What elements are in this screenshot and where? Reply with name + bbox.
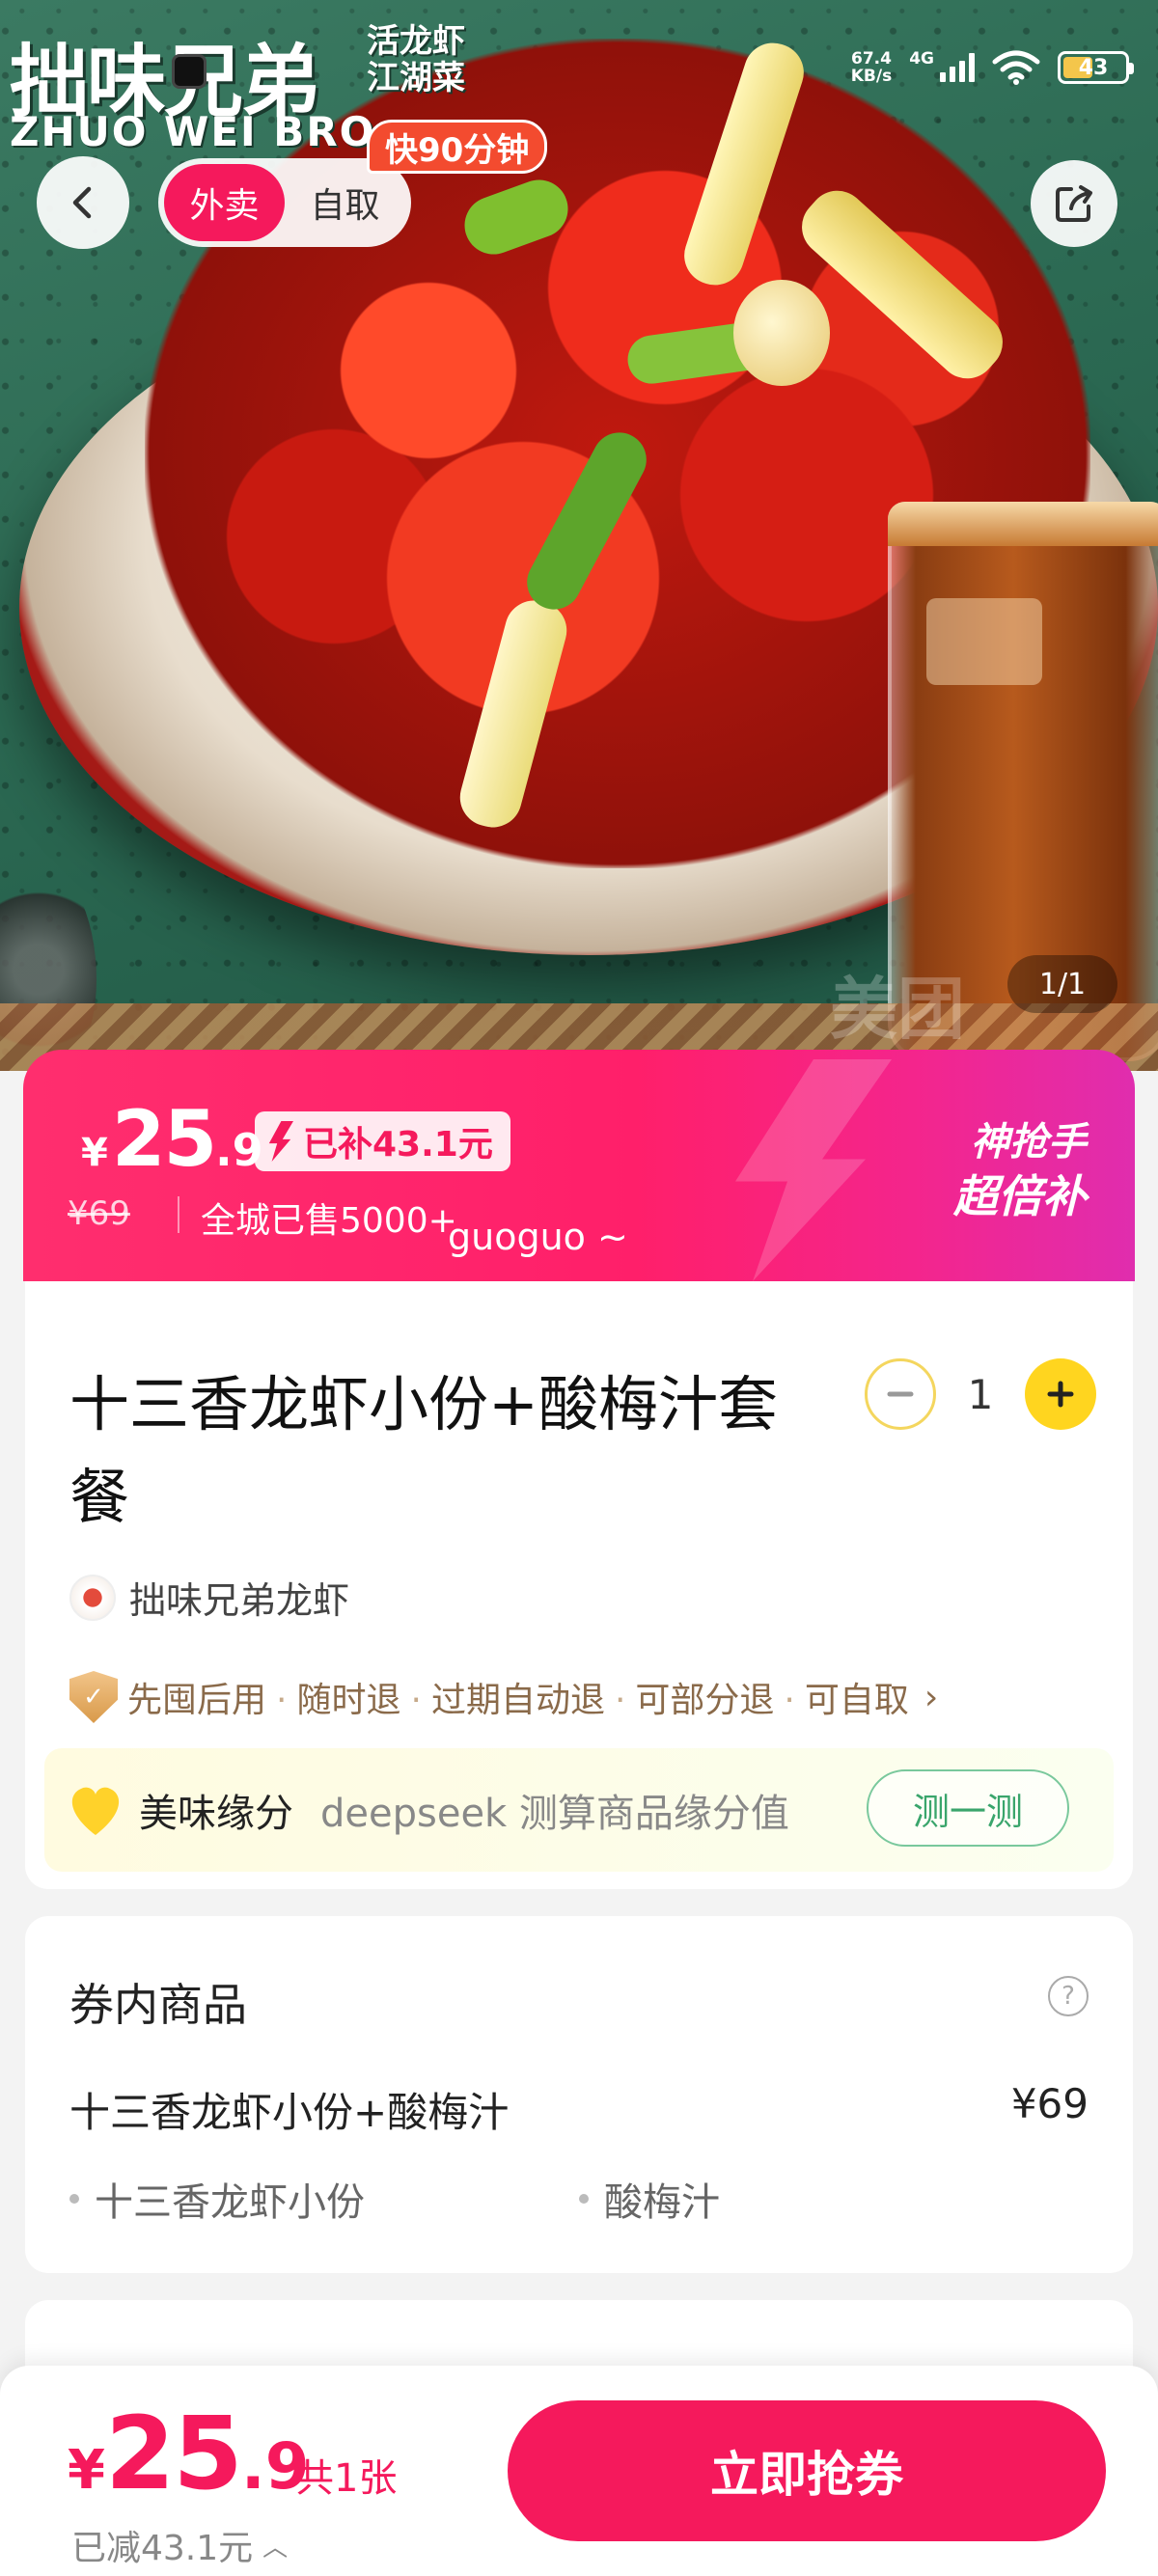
bullet-icon [579,2194,589,2204]
dot-separator: · [614,1681,626,1720]
decrease-button[interactable] [865,1358,936,1430]
section-title: 券内商品 [69,1979,247,2031]
guarantee-item: 可部分退 [635,1681,775,1720]
signal-bar [950,67,955,82]
guarantee-item: 随时退 [296,1681,401,1720]
battery-icon: 43 [1058,51,1134,84]
share-button[interactable] [1031,160,1117,247]
chevron-up-icon: ︿ [262,2533,289,2562]
logo-sub-line1: 活龙虾 [367,22,465,61]
battery-level: 43 [1078,55,1109,80]
ice-cube [926,598,1042,685]
saved-amount: 已减43.1元 [71,2529,254,2568]
quantity-value: 1 [967,1370,994,1418]
increase-button[interactable] [1025,1358,1096,1430]
signal-icon [940,53,975,82]
signal-bar [959,61,965,82]
brand-logo-en: ZHUO WEI BRO [10,108,376,155]
voucher-sub-item: 十三香龙虾小份 [69,2171,365,2227]
voucher-count: 共1张 [295,2456,398,2501]
logo-sub-line2: 江湖菜 [367,59,465,97]
watermark: 美团 [830,970,965,1049]
sold-count: 全城已售5000+ [201,1201,457,1241]
quantity-stepper[interactable]: 1 [865,1358,1096,1430]
guarantee-item: 可自取 [804,1681,909,1720]
image-counter: 1/1 [1007,955,1117,1013]
voucher-item-price: ¥69 [1010,2080,1089,2127]
shield-check-icon: ✓ [69,1671,118,1723]
checkout-bar: ¥ 25 .9 共1张 已减43.1元 ︿ 立即抢券 [0,2366,1158,2576]
wifi-svg [992,50,1040,85]
price-banner: ¥ 25 .9 已补43.1元 ¥69 全城已售5000+ guoguo ~ 神… [23,1050,1135,1281]
voucher-sub-item: 酸梅汁 [579,2171,720,2227]
product-image-carousel[interactable]: 拙味兄弟 活龙虾 江湖菜 ZHUO WEI BRO 美团 1/1 [0,0,1158,1071]
promo-line2: 超倍补 [953,1170,1087,1222]
chevron-left-icon [72,186,92,219]
fate-banner: 美味缘分 deepseek 测算商品缘分值 测一测 [44,1748,1114,1872]
signal-bar [940,72,946,82]
original-price: ¥69 [68,1194,130,1233]
buy-now-button[interactable]: 立即抢券 [508,2400,1106,2541]
heart-face-icon [68,1785,124,1835]
garlic [733,280,830,386]
subsidy-text: 已补43.1元 [303,1125,493,1165]
guarantee-item: 过期自动退 [430,1681,605,1720]
back-button[interactable] [37,156,129,249]
dot-separator: · [410,1681,422,1720]
net-speed: 67.4 KB/s [851,50,892,85]
network-type: 4G [909,49,934,69]
page: 拙味兄弟 活龙虾 江湖菜 ZHUO WEI BRO 美团 1/1 67.4 KB… [0,0,1158,2576]
fate-test-button[interactable]: 测一测 [867,1769,1069,1847]
currency-symbol: ¥ [68,2439,105,2502]
net-speed-value: 67.4 [850,49,892,69]
wifi-icon [992,50,1040,85]
promo-line1: 神抢手 [971,1120,1087,1165]
sub-item-label: 十三香龙虾小份 [95,2180,365,2225]
mode-pickup-button[interactable]: 自取 [285,164,405,241]
shop-avatar [69,1574,116,1621]
plus-icon [1047,1381,1074,1408]
user-tag: guoguo ~ [448,1216,628,1258]
divider [178,1196,179,1233]
promo-title: 神抢手 超倍补 [953,1117,1087,1225]
signal-bar [969,53,975,82]
sub-item-label: 酸梅汁 [604,2180,720,2225]
deal-price: ¥ 25 .9 [81,1094,263,1184]
subsidy-badge: 已补43.1元 [255,1111,510,1171]
price-integer: 25 [111,1094,217,1184]
dot-separator: · [276,1681,288,1720]
lightning-decor-icon [735,1059,892,1281]
brand-logo-sub: 活龙虾 江湖菜 [367,23,465,96]
shop-name: 拙味兄弟龙虾 [129,1579,350,1622]
voucher-contents-card: 券内商品 ? 十三香龙虾小份+酸梅汁 ¥69 十三香龙虾小份 酸梅汁 [25,1916,1133,2273]
price-integer: 25 [104,2395,243,2512]
fast-delivery-badge: 快90分钟 [367,120,548,174]
fate-description: deepseek 测算商品缘分值 [320,1792,789,1836]
share-icon [1056,185,1092,222]
help-icon[interactable]: ? [1048,1976,1089,2016]
currency-symbol: ¥ [81,1131,108,1175]
voucher-item-name: 十三香龙虾小份+酸梅汁 [69,2089,510,2136]
product-title: 十三香龙虾小份+酸梅汁套餐 [69,1369,778,1532]
total-price: ¥ 25 .9 [68,2395,310,2512]
mode-delivery-button[interactable]: 外卖 [164,164,285,241]
lightning-icon [268,1121,293,1162]
net-speed-unit: KB/s [850,67,893,86]
guarantee-item: 先囤后用 [127,1681,267,1720]
chevron-right-icon: › [924,1677,939,1717]
guarantee-list: 先囤后用 · 随时退 · 过期自动退 · 可部分退 · 可自取 [127,1672,909,1722]
fate-label: 美味缘分 [139,1792,293,1836]
dot-separator: · [784,1681,795,1720]
status-bar: 67.4 KB/s 4G 43 [851,39,1134,96]
guarantee-row[interactable]: ✓ 先囤后用 · 随时退 · 过期自动退 · 可部分退 · 可自取 › [69,1671,938,1723]
bullet-icon [69,2194,79,2204]
discount-detail-toggle[interactable]: 已减43.1元 ︿ [71,2520,288,2570]
minus-icon [887,1391,914,1397]
product-info-card: 十三香龙虾小份+酸梅汁套餐 1 拙味兄弟龙虾 ✓ 先囤后用 · 随时退 · 过期自动退 ·… [25,1281,1133,1889]
shop-link[interactable]: 拙味兄弟龙虾 [69,1571,349,1624]
app-indicator-icon [172,54,207,89]
